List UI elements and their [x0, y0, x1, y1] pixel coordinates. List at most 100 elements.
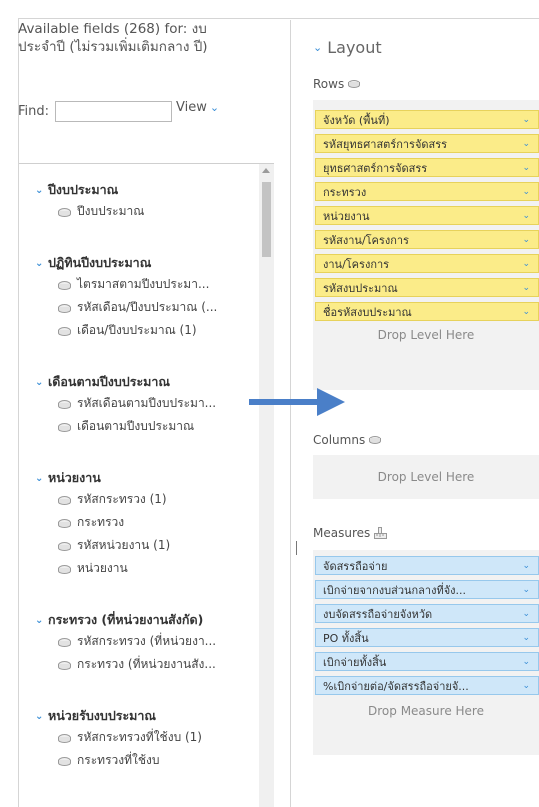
chevron-down-icon[interactable]: ⌄ — [522, 307, 530, 317]
field-group-label: เดือนตามปีงบประมาณ — [48, 374, 171, 389]
dimension-icon — [57, 280, 71, 290]
available-fields-title: Available fields (268) for: งบประจำปี (ไ… — [18, 21, 208, 55]
row-field-pill[interactable]: งาน/โครงการ ⌄ — [315, 254, 539, 273]
dimension-icon — [57, 637, 71, 647]
field-item-label: เดือน/ปีงบประมาณ (1) — [77, 323, 197, 337]
columns-label: Columns — [313, 433, 366, 447]
field-item[interactable]: กระทรวงที่ใช้งบ — [35, 749, 202, 772]
field-item[interactable]: รหัสเดือน/ปีงบประมาณ (... — [35, 296, 217, 319]
field-item[interactable]: รหัสกระทรวง (1) — [35, 488, 170, 511]
field-item-label: กระทรวง (ที่หน่วยงานสัง... — [77, 657, 216, 671]
chevron-down-icon: ⌄ — [35, 710, 44, 722]
dimension-icon — [57, 399, 71, 409]
find-input[interactable] — [55, 100, 173, 122]
row-field-pill[interactable]: รหัสยุทธศาสตร์การจัดสรร ⌄ — [315, 134, 539, 153]
chevron-down-icon[interactable]: ⌄ — [522, 681, 530, 691]
field-group-header[interactable]: ⌄ กระทรวง (ที่หน่วยงานสังกัด) — [35, 610, 216, 630]
row-field-label: จังหวัด (พื้นที่) — [323, 113, 390, 127]
measure-pill[interactable]: เบิกจ่ายทั้งสิ้น ⌄ — [315, 652, 539, 671]
field-group-header[interactable]: ⌄ เดือนตามปีงบประมาณ — [35, 372, 216, 392]
tree-scrollbar[interactable] — [259, 164, 274, 807]
row-field-pill[interactable]: รหัสงาน/โครงการ ⌄ — [315, 230, 539, 249]
view-button[interactable]: View ⌄ — [176, 100, 219, 115]
chevron-down-icon: ⌄ — [209, 101, 220, 114]
chevron-down-icon[interactable]: ⌄ — [522, 283, 530, 293]
measures-drop-area[interactable]: จัดสรรถือจ่าย ⌄ เบิกจ่ายจากงบส่วนกลางที่จั… — [313, 550, 539, 755]
measure-label: %เบิกจ่ายต่อ/จัดสรรถือจ่ายจั... — [323, 679, 469, 693]
rows-drop-area[interactable]: จังหวัด (พื้นที่) ⌄ รหัสยุทธศาสตร์การจัดสร… — [313, 100, 539, 390]
chevron-down-icon[interactable]: ⌄ — [522, 211, 530, 221]
chevron-down-icon[interactable]: ⌄ — [522, 187, 530, 197]
dimension-icon — [57, 660, 71, 670]
chevron-down-icon[interactable]: ⌄ — [522, 657, 530, 667]
dimension-icon — [369, 435, 382, 445]
field-item[interactable]: เดือน/ปีงบประมาณ (1) — [35, 319, 217, 342]
rows-label: Rows — [313, 77, 345, 91]
layout-header[interactable]: ⌄ Layout — [313, 38, 382, 57]
chevron-down-icon[interactable]: ⌄ — [522, 585, 530, 595]
rows-drop-hint: Drop Level Here — [377, 328, 475, 342]
measure-pill[interactable]: %เบิกจ่ายต่อ/จัดสรรถือจ่ายจั... ⌄ — [315, 676, 539, 695]
scroll-thumb[interactable] — [262, 182, 271, 257]
pane-splitter-handle[interactable] — [296, 541, 297, 555]
row-field-label: หน่วยงาน — [323, 209, 370, 223]
field-group-header[interactable]: ⌄ ปฏิทินปีงบประมาณ — [35, 253, 217, 273]
measure-label: PO ทั้งสิ้น — [323, 631, 369, 645]
chevron-down-icon[interactable]: ⌄ — [522, 115, 530, 125]
field-item-label: ไตรมาสตามปีงบประมา... — [77, 277, 210, 291]
field-group: ⌄ หน่วยรับงบประมาณ รหัสกระทรวงที่ใช้งบ (1)… — [35, 706, 202, 772]
field-item[interactable]: กระทรวง (ที่หน่วยงานสัง... — [35, 653, 216, 676]
field-group: ⌄ ปฏิทินปีงบประมาณไตรมาสตามปีงบประมา... รห… — [35, 253, 217, 342]
measure-label: งบจัดสรรถือจ่ายจังหวัด — [323, 607, 433, 621]
chevron-down-icon[interactable]: ⌄ — [522, 235, 530, 245]
dimension-icon — [57, 733, 71, 743]
columns-drop-hint: Drop Level Here — [377, 470, 475, 484]
measure-pill[interactable]: PO ทั้งสิ้น ⌄ — [315, 628, 539, 647]
chevron-down-icon[interactable]: ⌄ — [522, 139, 530, 149]
field-item[interactable]: ไตรมาสตามปีงบประมา... — [35, 273, 217, 296]
chevron-down-icon: ⌄ — [35, 376, 44, 388]
chevron-down-icon: ⌄ — [313, 41, 323, 54]
measures-label: Measures — [313, 526, 371, 540]
chevron-down-icon[interactable]: ⌄ — [522, 163, 530, 173]
field-item[interactable]: รหัสเดือนตามปีงบประมา... — [35, 392, 216, 415]
field-item-label: รหัสหน่วยงาน (1) — [77, 538, 171, 552]
chevron-down-icon[interactable]: ⌄ — [522, 259, 530, 269]
field-group: ⌄ กระทรวง (ที่หน่วยงานสังกัด) รหัสกระทรวง … — [35, 610, 216, 676]
chevron-down-icon[interactable]: ⌄ — [522, 633, 530, 643]
field-item[interactable]: หน่วยงาน — [35, 557, 170, 580]
row-field-pill[interactable]: ยุทธศาสตร์การจัดสรร ⌄ — [315, 158, 539, 177]
scroll-up-arrow-icon[interactable] — [262, 168, 270, 173]
field-item[interactable]: รหัสกระทรวง (ที่หน่วยงา... — [35, 630, 216, 653]
dimension-icon — [57, 303, 71, 313]
field-group-header[interactable]: ⌄ หน่วยรับงบประมาณ — [35, 706, 202, 726]
field-group-header[interactable]: ⌄ ปีงบประมาณ — [35, 180, 144, 200]
field-item[interactable]: กระทรวง — [35, 511, 170, 534]
row-field-label: รหัสงบประมาณ — [323, 281, 398, 295]
columns-drop-area[interactable]: Drop Level Here — [313, 455, 539, 499]
field-item[interactable]: รหัสหน่วยงาน (1) — [35, 534, 170, 557]
row-field-pill[interactable]: ชื่อรหัสงบประมาณ ⌄ — [315, 302, 539, 321]
chevron-down-icon: ⌄ — [35, 257, 44, 269]
measure-pill[interactable]: จัดสรรถือจ่าย ⌄ — [315, 556, 539, 575]
row-field-pill[interactable]: หน่วยงาน ⌄ — [315, 206, 539, 225]
measures-drop-hint: Drop Measure Here — [368, 704, 484, 718]
field-item[interactable]: ปีงบประมาณ — [35, 200, 144, 223]
measure-pill[interactable]: งบจัดสรรถือจ่ายจังหวัด ⌄ — [315, 604, 539, 623]
field-group-label: หน่วยงาน — [48, 470, 101, 485]
field-group: ⌄ เดือนตามปีงบประมาณ รหัสเดือนตามปีงบประมา… — [35, 372, 216, 438]
row-field-pill[interactable]: กระทรวง ⌄ — [315, 182, 539, 201]
chevron-down-icon[interactable]: ⌄ — [522, 609, 530, 619]
dimension-icon — [57, 326, 71, 336]
drag-arrow-icon — [249, 388, 345, 416]
field-group-header[interactable]: ⌄ หน่วยงาน — [35, 468, 170, 488]
field-group-label: ปฏิทินปีงบประมาณ — [48, 255, 152, 270]
row-field-pill[interactable]: จังหวัด (พื้นที่) ⌄ — [315, 110, 539, 129]
row-field-pill[interactable]: รหัสงบประมาณ ⌄ — [315, 278, 539, 297]
chevron-down-icon[interactable]: ⌄ — [522, 561, 530, 571]
field-item[interactable]: รหัสกระทรวงที่ใช้งบ (1) — [35, 726, 202, 749]
measure-pill[interactable]: เบิกจ่ายจากงบส่วนกลางที่จัง... ⌄ — [315, 580, 539, 599]
chevron-down-icon: ⌄ — [35, 614, 44, 626]
field-item-label: ปีงบประมาณ — [77, 204, 145, 218]
field-item[interactable]: เดือนตามปีงบประมาณ — [35, 415, 216, 438]
